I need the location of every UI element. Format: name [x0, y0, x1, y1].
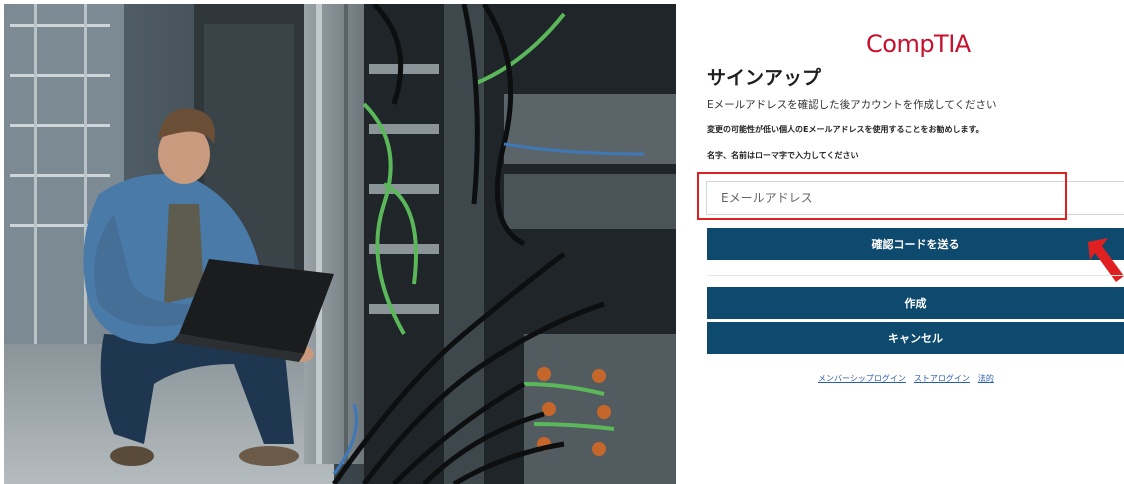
send-code-button[interactable]: 確認コードを送る: [707, 228, 1124, 260]
create-button[interactable]: 作成: [707, 287, 1124, 319]
instruction-text: Eメールアドレスを確認した後アカウントを作成してください: [707, 99, 997, 111]
store-login-link[interactable]: ストアログイン: [914, 373, 970, 384]
cancel-button[interactable]: キャンセル: [707, 322, 1124, 354]
name-hint-text: 名字、名前はローマ字で入力してください: [707, 151, 859, 160]
comptia-logo: CompTIA: [866, 30, 971, 58]
membership-login-link[interactable]: メンバーシップログイン: [818, 373, 906, 384]
divider: [707, 275, 1124, 276]
email-input[interactable]: [707, 182, 1124, 214]
server-room-illustration: [4, 4, 676, 484]
hero-photo: [4, 4, 676, 484]
footer-links: メンバーシップログイン ストアログイン 法的: [818, 373, 994, 384]
email-notice-text: 変更の可能性が低い個人のEメールアドレスを使用することをお勧めします。: [707, 125, 984, 134]
signup-panel: CompTIA サインアップ Eメールアドレスを確認した後アカウントを作成してく…: [697, 0, 1124, 484]
red-arrow-icon: [1088, 238, 1124, 282]
legal-link[interactable]: 法的: [978, 373, 994, 384]
page-title: サインアップ: [707, 67, 822, 89]
email-field-container: [706, 181, 1124, 215]
